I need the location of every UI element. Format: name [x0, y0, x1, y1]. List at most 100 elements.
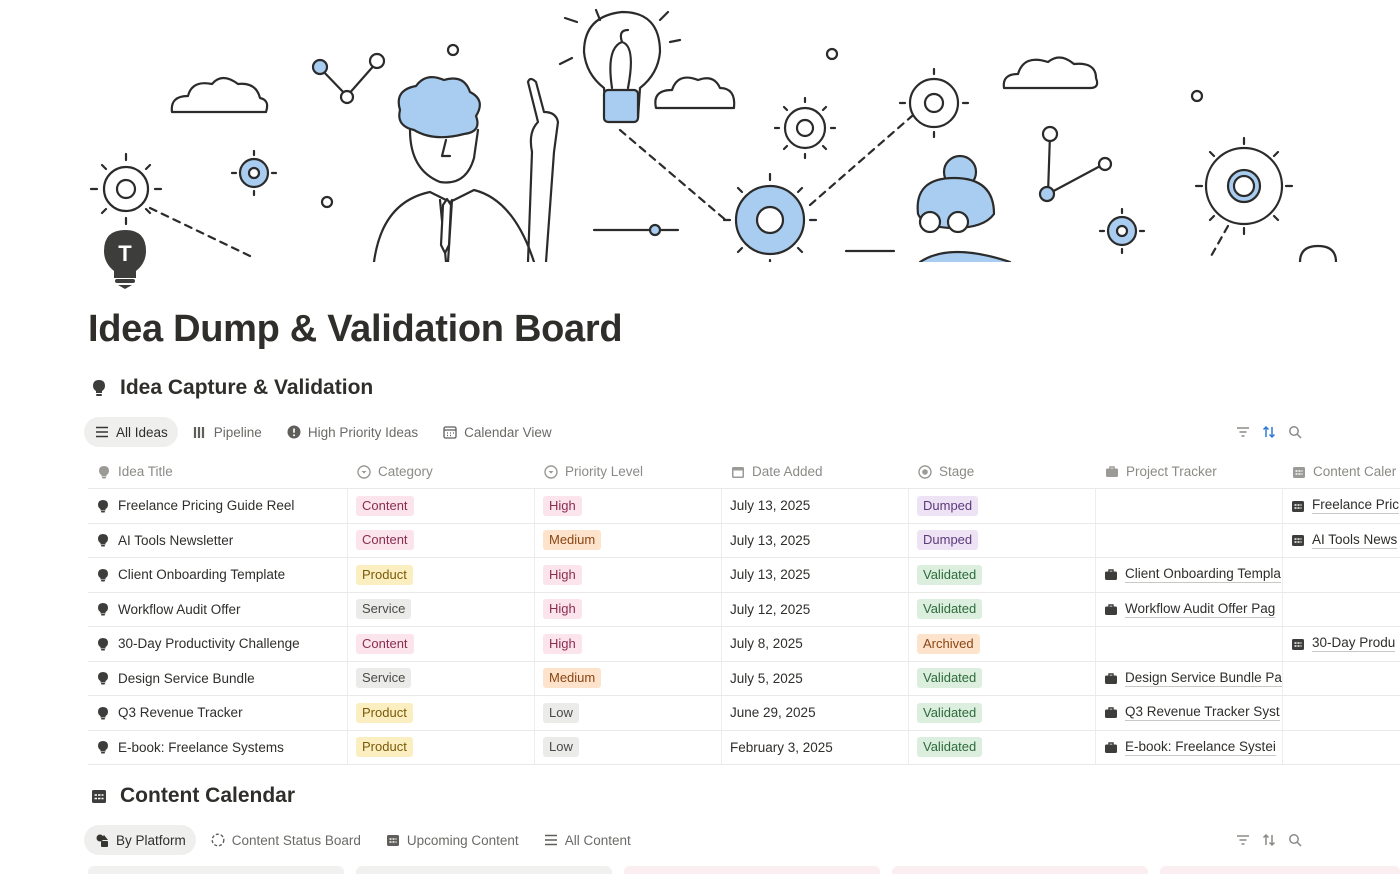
project-relation[interactable]: E-book: Freelance Systei	[1104, 739, 1276, 756]
cell-idea-title[interactable]: Client Onboarding Template	[88, 558, 348, 592]
cell-project-tracker[interactable]: Client Onboarding Templa	[1096, 558, 1283, 592]
ideas-table: Idea Title Category Priority Level Date …	[88, 455, 1400, 765]
cell-priority[interactable]: Medium	[535, 523, 722, 557]
briefcase-icon	[1104, 706, 1118, 720]
column-header-priority-level[interactable]: Priority Level	[535, 455, 722, 488]
cell-idea-title[interactable]: Freelance Pricing Guide Reel	[88, 489, 348, 523]
project-relation[interactable]: Design Service Bundle Pa	[1104, 670, 1282, 687]
cell-priority[interactable]: High	[535, 489, 722, 523]
list-icon	[94, 424, 110, 440]
cell-date-added[interactable]: July 8, 2025	[722, 627, 909, 661]
tab-by-platform[interactable]: By Platform	[84, 825, 196, 855]
cell-project-tracker[interactable]	[1096, 523, 1283, 557]
sort-icon[interactable]	[1261, 424, 1277, 440]
table-row[interactable]: Freelance Pricing Guide Reel Content High J…	[88, 489, 1400, 524]
relation-text: Workflow Audit Offer Pag	[1125, 600, 1276, 618]
cell-project-tracker[interactable]	[1096, 489, 1283, 523]
tab-pipeline[interactable]: Pipeline	[182, 417, 272, 447]
cell-stage[interactable]: Dumped	[909, 489, 1096, 523]
cell-project-tracker[interactable]: Design Service Bundle Pa	[1096, 661, 1283, 695]
cell-content-calendar[interactable]	[1283, 593, 1400, 627]
filter-icon[interactable]	[1235, 832, 1251, 848]
cell-content-calendar[interactable]	[1283, 558, 1400, 592]
column-header-content-calendar[interactable]: Content Caler	[1283, 455, 1400, 488]
tab-content-status-board[interactable]: Content Status Board	[200, 825, 371, 855]
table-row[interactable]: E-book: Freelance Systems Product Low Febru…	[88, 730, 1400, 765]
cell-stage[interactable]: Validated	[909, 696, 1096, 730]
search-icon[interactable]	[1287, 832, 1303, 848]
cell-priority[interactable]: High	[535, 627, 722, 661]
cell-stage[interactable]: Validated	[909, 558, 1096, 592]
cell-category[interactable]: Service	[348, 592, 535, 626]
content-relation[interactable]: AI Tools News	[1291, 532, 1398, 549]
cell-stage[interactable]: Validated	[909, 592, 1096, 626]
cell-date-added[interactable]: July 5, 2025	[722, 661, 909, 695]
cell-date-added[interactable]: July 13, 2025	[722, 558, 909, 592]
cell-category[interactable]: Product	[348, 696, 535, 730]
cell-content-calendar[interactable]	[1283, 696, 1400, 730]
cell-date-added[interactable]: July 13, 2025	[722, 489, 909, 523]
tab-upcoming-content[interactable]: Upcoming Content	[375, 825, 529, 855]
cell-stage[interactable]: Validated	[909, 661, 1096, 695]
table-row[interactable]: Design Service Bundle Service Medium July 5…	[88, 661, 1400, 696]
content-relation[interactable]: Freelance Pric	[1291, 497, 1400, 515]
tab-all-ideas[interactable]: All Ideas	[84, 417, 178, 447]
cell-category[interactable]: Content	[348, 627, 535, 661]
cell-stage[interactable]: Dumped	[909, 523, 1096, 557]
column-header-category[interactable]: Category	[348, 455, 535, 488]
cell-idea-title[interactable]: 30-Day Productivity Challenge	[88, 627, 348, 661]
cell-priority[interactable]: Low	[535, 696, 722, 730]
column-header-stage[interactable]: Stage	[909, 455, 1096, 488]
cell-idea-title[interactable]: AI Tools Newsletter	[88, 523, 348, 557]
cell-date-added[interactable]: July 13, 2025	[722, 523, 909, 557]
cell-category[interactable]: Product	[348, 558, 535, 592]
cell-project-tracker[interactable]: Workflow Audit Offer Pag	[1096, 592, 1283, 626]
cell-idea-title[interactable]: E-book: Freelance Systems	[88, 730, 348, 764]
cell-category[interactable]: Content	[348, 523, 535, 557]
cell-idea-title[interactable]: Workflow Audit Offer	[88, 592, 348, 626]
tab-all-content[interactable]: All Content	[533, 825, 641, 855]
cell-date-added[interactable]: February 3, 2025	[722, 730, 909, 764]
table-row[interactable]: Q3 Revenue Tracker Product Low June 29, 202…	[88, 696, 1400, 731]
table-row[interactable]: AI Tools Newsletter Content Medium July 13,…	[88, 523, 1400, 558]
cell-content-calendar[interactable]: 30-Day Produ	[1283, 627, 1400, 661]
search-icon[interactable]	[1287, 424, 1303, 440]
cell-priority[interactable]: Low	[535, 730, 722, 764]
cell-priority[interactable]: High	[535, 558, 722, 592]
cell-priority[interactable]: High	[535, 592, 722, 626]
page-icon[interactable]: T	[102, 228, 150, 290]
filter-icon[interactable]	[1235, 424, 1251, 440]
table-row[interactable]: 30-Day Productivity Challenge Content High…	[88, 627, 1400, 662]
sort-icon[interactable]	[1261, 832, 1277, 848]
content-relation[interactable]: 30-Day Produ	[1291, 635, 1396, 653]
cell-date-added[interactable]: June 29, 2025	[722, 696, 909, 730]
cell-project-tracker[interactable]: Q3 Revenue Tracker Syst	[1096, 696, 1283, 730]
cell-project-tracker[interactable]	[1096, 627, 1283, 661]
cell-content-calendar[interactable]	[1283, 662, 1400, 696]
column-header-project-tracker[interactable]: Project Tracker	[1096, 455, 1283, 488]
tab-high-priority-ideas[interactable]: High Priority Ideas	[276, 417, 428, 447]
cell-stage[interactable]: Validated	[909, 730, 1096, 764]
cell-date-added[interactable]: July 12, 2025	[722, 592, 909, 626]
project-relation[interactable]: Q3 Revenue Tracker Syst	[1104, 704, 1280, 722]
cell-category[interactable]: Service	[348, 661, 535, 695]
table-row[interactable]: Client Onboarding Template Product High Jul…	[88, 558, 1400, 593]
cell-idea-title[interactable]: Design Service Bundle	[88, 661, 348, 695]
column-header-date-added[interactable]: Date Added	[722, 455, 909, 488]
cell-project-tracker[interactable]: E-book: Freelance Systei	[1096, 730, 1283, 764]
cell-content-calendar[interactable]: Freelance Pric	[1283, 489, 1400, 523]
cell-category[interactable]: Product	[348, 730, 535, 764]
cell-stage[interactable]: Archived	[909, 627, 1096, 661]
table-row[interactable]: Workflow Audit Offer Service High July 12, …	[88, 592, 1400, 627]
cell-content-calendar[interactable]: AI Tools News	[1283, 524, 1400, 558]
stage-tag: Validated	[917, 737, 983, 758]
cell-content-calendar[interactable]	[1283, 731, 1400, 765]
project-relation[interactable]: Client Onboarding Templa	[1104, 566, 1281, 584]
select-circle-icon	[356, 464, 371, 479]
cell-category[interactable]: Content	[348, 489, 535, 523]
project-relation[interactable]: Workflow Audit Offer Pag	[1104, 600, 1276, 618]
column-header-idea-title[interactable]: Idea Title	[88, 455, 348, 488]
tab-calendar-view[interactable]: Calendar View	[432, 417, 562, 447]
cell-idea-title[interactable]: Q3 Revenue Tracker	[88, 696, 348, 730]
cell-priority[interactable]: Medium	[535, 661, 722, 695]
